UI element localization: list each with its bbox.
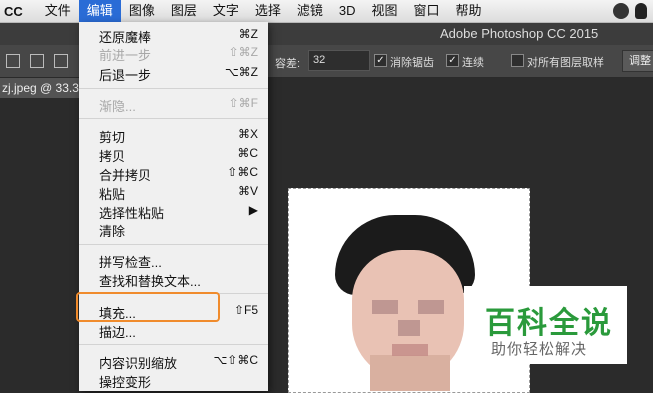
menu-item-copy-merged[interactable]: 合并拷贝 ⇧⌘C [79, 164, 268, 183]
menu-window[interactable]: 窗口 [406, 0, 448, 22]
all-layers-checkbox[interactable] [511, 54, 524, 67]
menu-item-content-aware-scale[interactable]: 内容识别缩放 ⌥⇧⌘C [79, 352, 268, 371]
menu-bar: CC 文件 编辑 图像 图层 文字 选择 滤镜 3D 视图 窗口 帮助 [0, 0, 653, 23]
menu-item-spell-check[interactable]: 拼写检查... [79, 251, 268, 270]
menu-separator [79, 118, 268, 119]
menu-item-step-forward[interactable]: 前进一步 ⇧⌘Z [79, 44, 268, 63]
menu-edit[interactable]: 编辑 [78, 0, 121, 22]
tolerance-input[interactable]: 32 [308, 50, 370, 71]
subtract-selection-icon[interactable] [54, 54, 68, 68]
menu-item-undo[interactable]: 还原魔棒 ⌘Z [79, 26, 268, 45]
app-menu[interactable]: CC [4, 4, 23, 19]
add-selection-icon[interactable] [30, 54, 44, 68]
menu-item-find-replace[interactable]: 查找和替换文本... [79, 270, 268, 289]
wechat-icon[interactable] [613, 3, 629, 19]
watermark-title: 百科全说 [485, 306, 613, 341]
document-tab[interactable]: zj.jpeg @ 33.3 [0, 78, 82, 98]
menu-item-copy[interactable]: 拷贝 ⌘C [79, 145, 268, 164]
edit-menu-dropdown: 还原魔棒 ⌘Z 前进一步 ⇧⌘Z 后退一步 ⌥⌘Z 渐隐... ⇧⌘F 剪切 ⌘… [79, 22, 268, 391]
menu-image[interactable]: 图像 [121, 0, 163, 22]
menu-item-clear[interactable]: 清除 [79, 220, 268, 239]
all-layers-label: 对所有图层取样 [527, 57, 604, 69]
menu-item-step-backward[interactable]: 后退一步 ⌥⌘Z [79, 64, 268, 83]
menu-item-paste-special[interactable]: 选择性粘贴 ▶ [79, 202, 268, 221]
menu-item-paste[interactable]: 粘贴 ⌘V [79, 183, 268, 202]
menu-item-stroke[interactable]: 描边... [79, 321, 268, 340]
menu-view[interactable]: 视图 [364, 0, 406, 22]
antialias-checkbox[interactable]: ✓ [374, 54, 387, 67]
qq-icon[interactable] [635, 3, 647, 19]
new-selection-icon[interactable] [6, 54, 20, 68]
mosaic-mouth [392, 344, 428, 356]
menu-type[interactable]: 文字 [205, 0, 247, 22]
window-title: Adobe Photoshop CC 2015 [440, 26, 599, 41]
submenu-arrow-icon: ▶ [248, 203, 258, 217]
photo-neck [370, 355, 450, 391]
menu-separator [79, 88, 268, 89]
menu-separator [79, 344, 268, 345]
tolerance-label: 容差: [275, 58, 301, 70]
contiguous-label: 连续 [462, 57, 484, 69]
antialias-label: 消除锯齿 [390, 57, 434, 69]
menu-item-cut[interactable]: 剪切 ⌘X [79, 126, 268, 145]
mosaic-nose [398, 320, 420, 336]
menu-file[interactable]: 文件 [37, 0, 79, 22]
menu-3d[interactable]: 3D [331, 0, 364, 22]
mosaic-eye-right [418, 300, 444, 314]
mosaic-eye-left [372, 300, 398, 314]
watermark-subtitle: 助你轻松解决 [491, 340, 588, 358]
menu-item-puppet-warp[interactable]: 操控变形 [79, 371, 268, 390]
menu-separator [79, 244, 268, 245]
menu-help[interactable]: 帮助 [448, 0, 490, 22]
status-tray [613, 3, 647, 19]
fill-highlight-annotation [76, 292, 220, 322]
menu-filter[interactable]: 滤镜 [289, 0, 331, 22]
adjust-edge-button[interactable]: 调整 [622, 50, 653, 72]
menu-select[interactable]: 选择 [247, 0, 289, 22]
menu-item-fade[interactable]: 渐隐... ⇧⌘F [79, 95, 268, 114]
contiguous-checkbox[interactable]: ✓ [446, 54, 459, 67]
menu-layer[interactable]: 图层 [163, 0, 205, 22]
